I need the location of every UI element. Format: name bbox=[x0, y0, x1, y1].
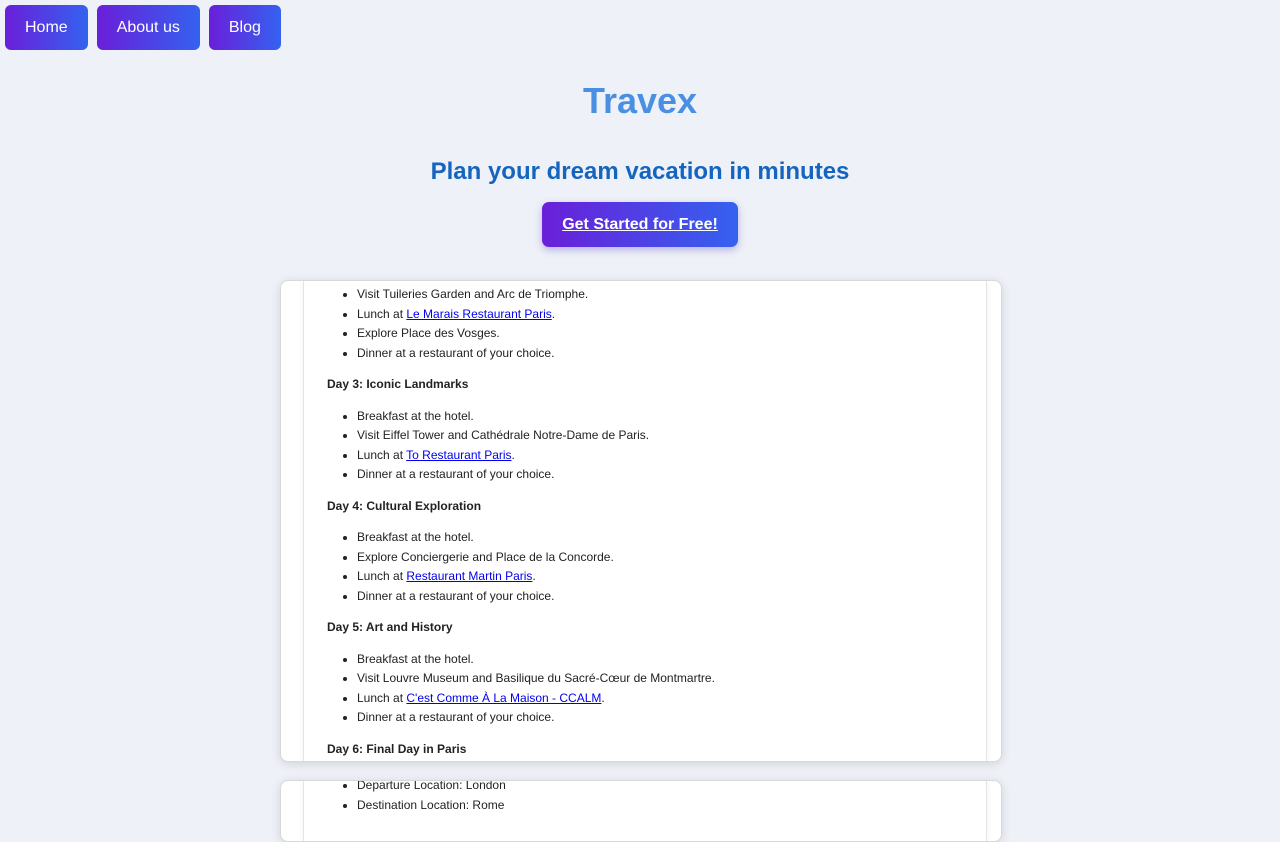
list-item: Lunch at C'est Comme À La Maison - CCALM… bbox=[357, 689, 976, 709]
day5-title: Day 5: Art and History bbox=[327, 620, 453, 634]
restaurant-link[interactable]: Le Marais Restaurant Paris bbox=[406, 307, 551, 321]
day6-title: Day 6: Final Day in Paris bbox=[327, 741, 467, 756]
list-item: Dinner at a restaurant of your choice. bbox=[357, 465, 976, 485]
destination-location: Destination Location: Rome bbox=[357, 796, 976, 816]
itinerary-card[interactable]: Visit Tuileries Garden and Arc de Triomp… bbox=[280, 280, 1002, 762]
day4-list: Breakfast at the hotel.Explore Concierge… bbox=[327, 528, 976, 606]
list-item: Breakfast at the hotel. bbox=[357, 407, 976, 427]
restaurant-link[interactable]: C'est Comme À La Maison - CCALM bbox=[406, 691, 601, 705]
list-item: Dinner at a restaurant of your choice. bbox=[357, 708, 976, 728]
restaurant-link[interactable]: To Restaurant Paris bbox=[406, 448, 511, 462]
top-nav: Home About us Blog bbox=[5, 5, 281, 50]
list-item: Breakfast at the hotel. bbox=[357, 528, 976, 548]
trip-details-list: Departure Location: London Destination L… bbox=[327, 781, 976, 816]
list-item: Breakfast at the hotel. bbox=[357, 650, 976, 670]
list-item: Lunch at Le Marais Restaurant Paris. bbox=[357, 305, 976, 325]
get-started-button[interactable]: Get Started for Free! bbox=[542, 202, 738, 247]
departure-location: Departure Location: London bbox=[357, 781, 976, 796]
list-item: Visit Louvre Museum and Basilique du Sac… bbox=[357, 669, 976, 689]
list-item: Explore Place des Vosges. bbox=[357, 324, 976, 344]
restaurant-link[interactable]: Restaurant Martin Paris bbox=[406, 569, 532, 583]
list-item: Visit Eiffel Tower and Cathédrale Notre-… bbox=[357, 426, 976, 446]
list-item: Lunch at Restaurant Martin Paris. bbox=[357, 567, 976, 587]
list-item: Explore Conciergerie and Place de la Con… bbox=[357, 548, 976, 568]
day4-title: Day 4: Cultural Exploration bbox=[327, 498, 482, 513]
brand-title: Travex bbox=[582, 80, 698, 121]
second-itinerary-card[interactable]: Departure Location: London Destination L… bbox=[280, 780, 1002, 842]
nav-about-button[interactable]: About us bbox=[96, 5, 200, 50]
day2-list: Visit Tuileries Garden and Arc de Triomp… bbox=[327, 285, 976, 363]
day5-list: Breakfast at the hotel.Visit Louvre Muse… bbox=[327, 650, 976, 728]
list-item: Dinner at a restaurant of your choice. bbox=[357, 344, 976, 364]
nav-home-button[interactable]: Home bbox=[5, 5, 88, 50]
second-itinerary-document: Departure Location: London Destination L… bbox=[303, 781, 987, 841]
hero-tagline: Plan your dream vacation in minutes bbox=[430, 158, 850, 185]
nav-blog-button[interactable]: Blog bbox=[208, 5, 281, 50]
list-item: Dinner at a restaurant of your choice. bbox=[357, 587, 976, 607]
day3-title: Day 3: Iconic Landmarks bbox=[327, 377, 469, 391]
list-item: Lunch at To Restaurant Paris. bbox=[357, 446, 976, 466]
list-item: Visit Tuileries Garden and Arc de Triomp… bbox=[357, 285, 976, 305]
day3-list: Breakfast at the hotel.Visit Eiffel Towe… bbox=[327, 407, 976, 485]
itinerary-document: Visit Tuileries Garden and Arc de Triomp… bbox=[303, 281, 987, 761]
